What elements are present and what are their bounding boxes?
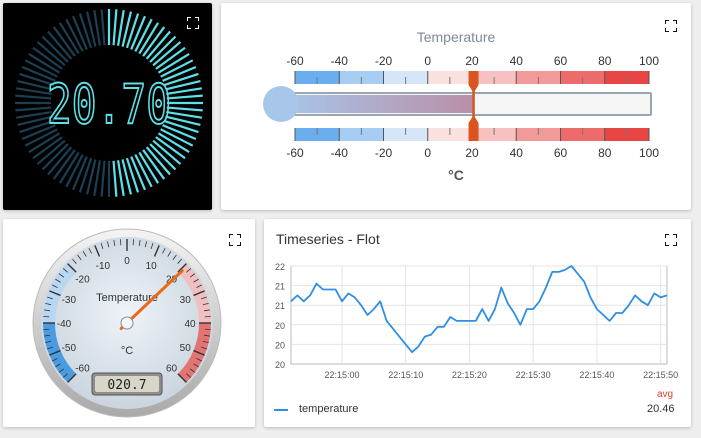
- gauge-unit: °C: [121, 345, 133, 357]
- thermometer-tick-label: -40: [331, 146, 349, 160]
- legend-series-avg: 20.46: [647, 403, 675, 415]
- gauge-segment-active: [116, 160, 125, 197]
- gauge-segment: [15, 94, 52, 100]
- chart-y-tick-label: 20: [275, 360, 285, 370]
- chart-x-tick-label: 22:15:20: [452, 370, 487, 380]
- gauge-segment-active: [116, 9, 125, 46]
- gauge-segment-active: [112, 160, 118, 197]
- fullscreen-icon[interactable]: [187, 17, 199, 29]
- gauge-segment-active: [166, 110, 203, 119]
- timeseries-chart[interactable]: 20 20 21 21 22 20 22:15:00 22:15:10 22:15:20 22:1…: [264, 219, 691, 427]
- gauge-tick-label: -50: [62, 343, 77, 354]
- digital-gauge-value: 20.70: [47, 73, 171, 136]
- chart-y-tick-label: 20: [275, 340, 285, 350]
- gauge-segment-active: [112, 9, 118, 46]
- gauge-tick-label: -10: [96, 261, 111, 272]
- chart-x-tick-label: 22:15:50: [643, 370, 678, 380]
- thermometer-tick-label: -40: [331, 54, 349, 68]
- digital-gauge-card: 20.70: [3, 3, 212, 210]
- thermometer-pointer-top: [468, 71, 479, 93]
- gauge-segment: [15, 106, 52, 112]
- legend-series-label[interactable]: temperature: [299, 403, 358, 415]
- gauge-tick-label: -20: [75, 274, 90, 285]
- chart-x-tick-label: 22:15:30: [516, 370, 551, 380]
- chart-y-tick-label: 22: [275, 262, 285, 272]
- chart-y-tick-label: 21: [275, 301, 285, 311]
- thermometer-tick-label: 80: [598, 54, 612, 68]
- timeseries-card: Timeseries - Flot 20 20 21 21 22 20 22:15:00 22…: [264, 219, 691, 427]
- thermometer-tick-label: 80: [598, 146, 612, 160]
- thermometer-tick-label: 20: [465, 146, 479, 160]
- gauge-tick-label: -30: [62, 295, 77, 306]
- thermometer-tick-label: 60: [554, 146, 568, 160]
- gauge-segment: [100, 9, 106, 46]
- thermometer-card: Temperature °C -60 -40 -20 0 20 40 60 80 100 -60 -…: [221, 3, 691, 210]
- chart-series-line: [290, 265, 668, 354]
- thermometer-tick-label: 20: [465, 54, 479, 68]
- gauge-tick-label: -40: [57, 319, 72, 330]
- thermometer-title: Temperature: [417, 29, 496, 45]
- thermometer-gauge: Temperature °C -60 -40 -20 0 20 40 60 80 100 -60 -…: [263, 29, 659, 183]
- thermometer-tick-label: 100: [639, 146, 659, 160]
- thermometer-tick-label: -20: [375, 146, 393, 160]
- gauge-tick-label: -60: [75, 364, 90, 375]
- gauge-segment: [93, 9, 102, 46]
- thermometer-bulb: [263, 86, 299, 122]
- legend-avg-header: avg: [657, 389, 674, 400]
- chart-y-tick-label: 20: [275, 321, 285, 331]
- fullscreen-icon[interactable]: [665, 20, 677, 32]
- chart-y-tick-label: 21: [275, 282, 285, 292]
- thermometer-pointer-bottom: [468, 115, 479, 141]
- thermometer-tick-label: 40: [510, 54, 524, 68]
- gauge-segment-active: [166, 87, 203, 96]
- gauge-tick-label: 10: [146, 261, 158, 272]
- thermometer-fill: [281, 95, 474, 113]
- gauge-tick-label: 60: [166, 364, 178, 375]
- chart-x-tick-label: 22:15:40: [579, 370, 614, 380]
- thermometer-tick-label: 0: [424, 146, 431, 160]
- gauge-segment-active: [166, 94, 203, 100]
- chart-x-tick-label: 22:15:10: [388, 370, 423, 380]
- gauge-tick-label: 40: [184, 319, 196, 330]
- gauge-tick-label: 0: [124, 256, 130, 267]
- thermometer-tick-label: -60: [286, 146, 304, 160]
- gauge-needle-hub: [120, 316, 134, 330]
- thermometer-tick-label: 100: [639, 54, 659, 68]
- thermometer-tick-label: -60: [286, 54, 304, 68]
- digital-gauge: 20.70: [15, 9, 203, 197]
- thermometer-unit: °C: [448, 167, 464, 183]
- gauge-segment: [93, 160, 102, 197]
- thermometer-tick-label: 0: [424, 54, 431, 68]
- gauge-segment-active: [166, 106, 203, 112]
- thermometer-tick-label: -20: [375, 54, 393, 68]
- gauge-tick-label: 50: [180, 343, 192, 354]
- thermometer-tick-label: 40: [510, 146, 524, 160]
- fullscreen-icon[interactable]: [229, 234, 241, 246]
- analog-gauge-card: -60-50-40-30-20-100102030405060Temperatu…: [3, 219, 255, 427]
- gauge-lcd-value: 020.7: [107, 378, 146, 393]
- legend-series-swatch: [274, 409, 288, 411]
- gauge-segment: [100, 160, 106, 197]
- thermometer-tick-label: 60: [554, 54, 568, 68]
- chart-x-tick-label: 22:15:00: [324, 370, 359, 380]
- analog-gauge: -60-50-40-30-20-100102030405060Temperatu…: [32, 228, 222, 418]
- gauge-tick-label: 30: [180, 295, 192, 306]
